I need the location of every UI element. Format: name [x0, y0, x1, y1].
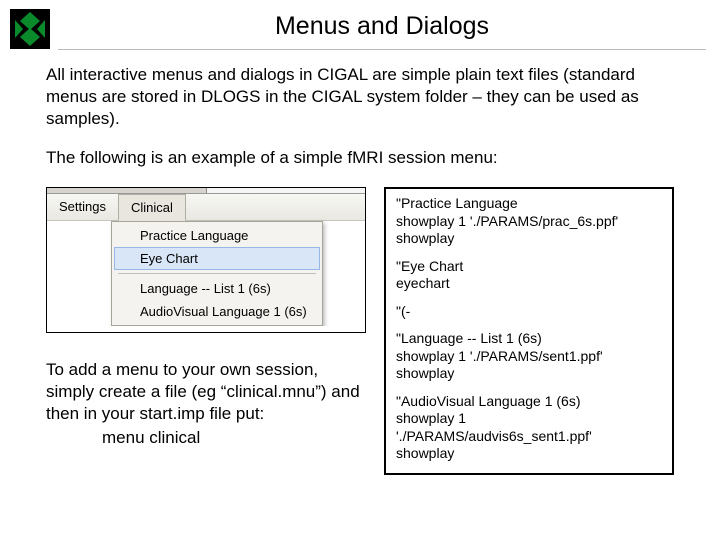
intro-paragraph: All interactive menus and dialogs in CIG…: [46, 64, 674, 129]
code-line: showplay 1 './PARAMS/sent1.ppf': [396, 348, 662, 366]
title-bar: Menus and Dialogs: [58, 8, 706, 50]
code-line: showplay: [396, 230, 662, 248]
menu-bar: Settings Clinical: [47, 194, 365, 221]
code-line: showplay: [396, 365, 662, 383]
dropdown-menu: Practice Language Eye Chart Language -- …: [111, 221, 323, 326]
code-line: showplay 1 './PARAMS/prac_6s.ppf': [396, 213, 662, 231]
menu-screenshot: Settings Clinical Practice Language Eye …: [46, 187, 366, 333]
menu-item-clinical[interactable]: Clinical: [118, 194, 186, 221]
example-intro: The following is an example of a simple …: [46, 147, 674, 169]
dropdown-item-eye-chart[interactable]: Eye Chart: [114, 247, 320, 270]
dropdown-item-practice-language[interactable]: Practice Language: [114, 224, 320, 247]
dropdown-separator: [118, 273, 316, 274]
code-line: showplay 1 './PARAMS/audvis6s_sent1.ppf': [396, 410, 662, 445]
instruction-command: menu clinical: [46, 428, 366, 448]
logo-icon: [2, 8, 58, 50]
code-line: "Language -- List 1 (6s): [396, 330, 662, 348]
instruction-paragraph: To add a menu to your own session, simpl…: [46, 359, 366, 424]
dropdown-item-language-list1[interactable]: Language -- List 1 (6s): [114, 277, 320, 300]
slide-header: Menus and Dialogs: [0, 0, 720, 64]
code-line: showplay: [396, 445, 662, 463]
menu-source-code: "Practice Language showplay 1 './PARAMS/…: [384, 187, 674, 475]
code-line: eyechart: [396, 275, 662, 293]
code-line: "Practice Language: [396, 195, 662, 213]
menu-item-settings[interactable]: Settings: [47, 194, 118, 220]
code-line: "Eye Chart: [396, 258, 662, 276]
code-line: "AudioVisual Language 1 (6s): [396, 393, 662, 411]
code-line: "(-: [396, 303, 662, 321]
page-title: Menus and Dialogs: [58, 12, 706, 41]
dropdown-item-audiovisual-language[interactable]: AudioVisual Language 1 (6s): [114, 300, 320, 323]
